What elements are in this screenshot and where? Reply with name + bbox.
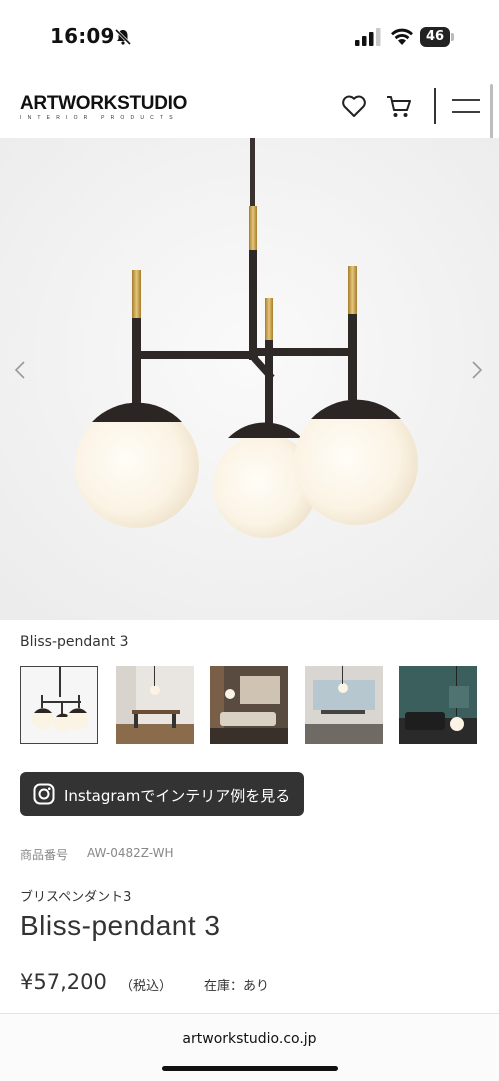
product-name-japanese: ブリスペンダント3 xyxy=(20,890,132,905)
price-tax-note: （税込） xyxy=(120,979,173,994)
thumbnail-4[interactable] xyxy=(305,666,383,744)
bell-slash-icon xyxy=(114,28,132,46)
status-time: 16:09 xyxy=(50,24,115,48)
sku-label: 商品番号 xyxy=(20,848,69,862)
pendant-lamp-illustration xyxy=(0,138,499,620)
url-text[interactable]: artworkstudio.co.jp xyxy=(0,1031,499,1047)
logo-sub-text: INTERIOR PRODUCTS xyxy=(20,115,179,121)
brand-logo[interactable]: ARTWORKSTUDIO INTERIOR PRODUCTS xyxy=(20,93,242,122)
chevron-right-icon[interactable] xyxy=(469,358,485,382)
hamburger-menu-icon[interactable] xyxy=(452,96,480,116)
heart-icon[interactable] xyxy=(340,92,368,120)
thumbnail-5[interactable] xyxy=(399,666,477,744)
battery-icon: 46 xyxy=(420,27,456,47)
thumbnail-1[interactable] xyxy=(20,666,98,744)
battery-level: 46 xyxy=(425,29,445,44)
chevron-left-icon[interactable] xyxy=(12,358,28,382)
home-indicator[interactable] xyxy=(162,1066,338,1071)
browser-address-bar[interactable]: artworkstudio.co.jp xyxy=(0,1013,499,1081)
image-caption: Bliss-pendant 3 xyxy=(20,634,129,650)
cart-icon[interactable] xyxy=(385,92,413,120)
product-price: ¥57,200 xyxy=(20,970,107,994)
thumbnail-3[interactable] xyxy=(210,666,288,744)
product-main-image[interactable] xyxy=(0,138,499,620)
instagram-button-label: Instagramでインテリア例を見る xyxy=(64,787,291,805)
logo-main-text: ARTWORKSTUDIO xyxy=(20,93,188,114)
thumbnail-strip xyxy=(20,666,490,746)
product-name: Bliss-pendant 3 xyxy=(20,910,221,941)
instagram-icon xyxy=(33,783,55,805)
instagram-interior-button[interactable]: Instagramでインテリア例を見る xyxy=(20,772,304,816)
sku-value: AW-0482Z-WH xyxy=(87,846,174,860)
cellular-signal-icon xyxy=(355,28,381,46)
wifi-icon xyxy=(391,28,413,45)
thumbnail-2[interactable] xyxy=(116,666,194,744)
header-divider xyxy=(434,88,436,124)
stock-status: 在庫：あり xyxy=(204,979,270,994)
